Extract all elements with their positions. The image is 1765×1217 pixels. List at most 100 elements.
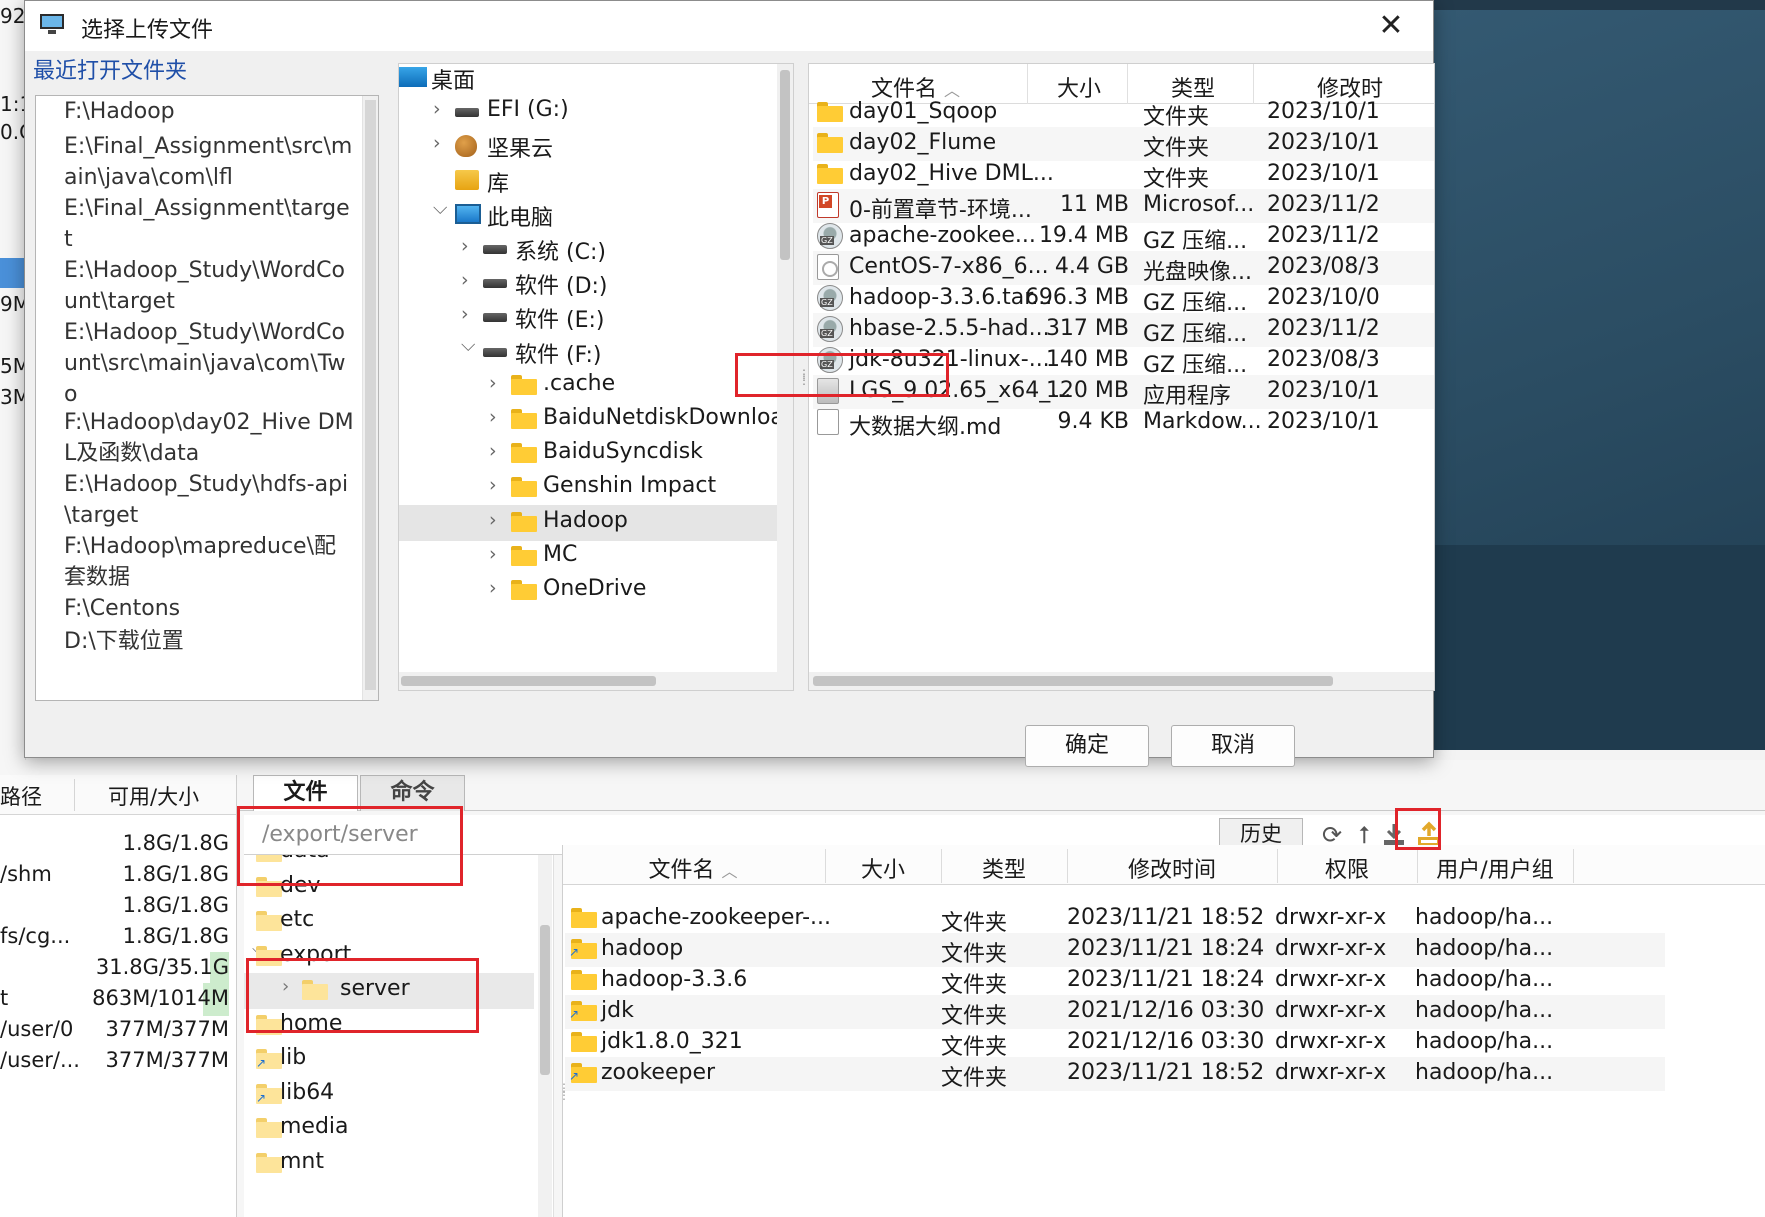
folder-tree-hscrollbar[interactable] [399,672,793,690]
disk-row[interactable]: 31.8G/35.1G [0,951,236,986]
chevron-right-icon[interactable]: › [489,372,497,394]
remote-tree-item-export[interactable]: ⌵ export [244,939,534,975]
chevron-down-icon[interactable]: ⌵ [461,334,475,356]
recent-folder-item[interactable]: D:\下载位置 [64,626,354,657]
folder-tree-item--cache[interactable]: › .cache [399,368,779,404]
remote-header-mtime[interactable]: 修改时间 [1067,852,1277,884]
chevron-right-icon[interactable]: › [282,976,289,997]
file-row[interactable]: hbase-2.5.5-had...317 MBGZ 压缩...2023/11/… [813,313,1434,347]
scrollbar-thumb[interactable] [365,100,376,690]
remote-header-name[interactable]: 文件名 ︿ [563,852,823,884]
chevron-right-icon[interactable]: › [433,98,441,120]
folder-tree-item--C-[interactable]: › 系统 (C:) [399,231,779,267]
file-row[interactable]: LGS_9.02.65_x64_... 120 MB 应用程序 2023/10/1 [813,375,1434,409]
recent-folder-item[interactable]: E:\Hadoop_Study\WordCount\target [64,255,354,317]
remote-tree-item-home[interactable]: home [244,1008,534,1044]
folder-tree-item-BaiduNetdiskDownload[interactable]: › BaiduNetdiskDownload [399,402,793,438]
chevron-right-icon[interactable]: › [489,577,497,599]
folder-tree-item-OneDrive[interactable]: › OneDrive [399,573,779,609]
remote-file-row[interactable]: hadoop-3.3.6 文件夹 2023/11/21 18:24 drwxr-xr-… [565,964,1665,998]
file-row[interactable]: day01_Sqoop 文件夹 2023/10/1 [813,96,1434,130]
remote-tree-item-lib64[interactable]: ↗ lib64 [244,1077,534,1113]
remote-file-row[interactable]: apache-zookeeper-... 文件夹 2023/11/21 18:52 d… [565,902,1665,936]
file-row[interactable]: 大数据大纲.md 9.4 KB Markdow... 2023/10/1 [813,406,1434,440]
chevron-right-icon[interactable]: › [433,132,441,154]
chevron-right-icon[interactable]: › [489,543,497,565]
file-row[interactable]: 0-前置章节-环境...11 MBMicrosof...2023/11/2 [813,189,1434,223]
folder-tree-item--D-[interactable]: › 软件 (D:) [399,265,779,301]
recent-folder-item[interactable]: F:\Hadoop\day02_Hive DML及函数\data [64,407,354,469]
folder-tree-item--E-[interactable]: › 软件 (E:) [399,299,779,335]
chevron-right-icon[interactable]: › [461,235,469,257]
remote-header-size[interactable]: 大小 [825,852,941,884]
folder-tree-item-EFI-G-[interactable]: › EFI (G:) [399,94,779,130]
folder-tree-item-Hadoop[interactable]: › Hadoop [399,504,779,541]
file-row[interactable]: jdk-8u321-linux-...140 MBGZ 压缩...2023/08… [813,344,1434,378]
folder-tree-item--F-[interactable]: ⌵ 软件 (F:) [399,334,779,370]
remote-header-type[interactable]: 类型 [941,852,1067,884]
disk-row[interactable]: t 863M/1014M [0,982,236,1017]
scrollbar-thumb[interactable] [780,70,790,260]
file-row[interactable]: day02_Flume 文件夹 2023/10/1 [813,127,1434,161]
recent-scrollbar[interactable] [362,96,378,700]
splitter-handle[interactable]: ⋮ ⋮ [798,368,810,395]
disk-row[interactable]: /user/0 377M/377M [0,1013,236,1048]
folder-tree-item-MC[interactable]: › MC [399,539,779,575]
disk-row[interactable]: fs/cg... 1.8G/1.8G [0,920,236,955]
chevron-right-icon[interactable]: › [489,474,497,496]
recent-folder-item[interactable]: E:\Final_Assignment\target [64,193,354,255]
file-row[interactable]: CentOS-7-x86_6... 4.4 GB 光盘映像... 2023/08/3 [813,251,1434,285]
tab-files[interactable]: 文件 [253,775,358,811]
chevron-right-icon[interactable]: › [489,509,497,531]
folder-tree-item--[interactable]: › 坚果云 [399,128,779,164]
disk-row[interactable]: 1.8G/1.8G [0,889,236,924]
recent-folder-item[interactable]: E:\Final_Assignment\src\main\java\com\lf… [64,131,354,193]
remote-file-row[interactable]: jdk1.8.0_321 文件夹 2021/12/16 03:30 drwxr-xr-… [565,1026,1665,1060]
file-row[interactable]: apache-zookee...19.4 MBGZ 压缩...2023/11/2 [813,220,1434,254]
remote-tree-item-lib[interactable]: ↗ lib [244,1042,534,1078]
chevron-right-icon[interactable]: › [461,303,469,325]
remote-tree-scrollbar[interactable] [538,855,552,1217]
splitter-handle[interactable]: ⋮ ⋮ [558,1082,570,1101]
recent-folder-item[interactable]: E:\Hadoop_Study\WordCount\src\main\java\… [64,317,354,410]
remote-file-row[interactable]: ↗ hadoop 文件夹 2023/11/21 18:24 drwxr-xr-x hado… [565,933,1665,967]
close-icon[interactable]: ✕ [1371,7,1411,47]
recent-folder-item[interactable]: F:\Centons [64,593,354,624]
disk-header-avail[interactable]: 可用/大小 [108,781,199,811]
recent-folder-item[interactable]: E:\Hadoop_Study\hdfs-api\target [64,469,354,531]
folder-tree-item-Genshin-Impact[interactable]: › Genshin Impact [399,470,779,506]
chevron-right-icon[interactable]: › [489,440,497,462]
chevron-down-icon[interactable]: ⌵ [433,197,447,219]
remote-header-owner[interactable]: 用户/用户组 [1417,852,1573,884]
file-list-hscrollbar[interactable] [809,672,1434,690]
ok-button[interactable]: 确定 [1025,725,1149,767]
disk-header-path[interactable]: 路径 [0,781,42,811]
folder-tree-vscrollbar[interactable] [777,64,793,674]
scrollbar-thumb[interactable] [813,676,1333,686]
tab-commands[interactable]: 命令 [360,775,465,811]
folder-tree-item-BaiduSyncdisk[interactable]: › BaiduSyncdisk [399,436,779,472]
folder-tree-item--[interactable]: ⌵ 此电脑 [399,197,779,233]
disk-row[interactable]: /shm 1.8G/1.8G [0,858,236,893]
disk-row[interactable]: 1.8G/1.8G [0,827,236,862]
file-row[interactable]: day02_Hive DML... 文件夹 2023/10/1 [813,158,1434,192]
chevron-right-icon[interactable]: › [461,269,469,291]
remote-file-row[interactable]: ↗ zookeeper 文件夹 2023/11/21 18:52 drwxr-xr-x h… [565,1057,1665,1091]
file-row[interactable]: hadoop-3.3.6.tar...696.3 MBGZ 压缩...2023/… [813,282,1434,316]
disk-row[interactable]: /user/... 377M/377M [0,1044,236,1079]
scrollbar-thumb[interactable] [401,676,656,686]
folder-tree-item--[interactable]: 桌面 [399,64,779,96]
scrollbar-thumb[interactable] [540,925,550,1075]
remote-tree-item-dev[interactable]: dev [244,870,534,906]
cancel-button[interactable]: 取消 [1171,725,1295,767]
remote-file-row[interactable]: ↗ jdk 文件夹 2021/12/16 03:30 drwxr-xr-x hadoop/… [565,995,1665,1029]
remote-tree-item-etc[interactable]: etc [244,904,534,940]
remote-header-perm[interactable]: 权限 [1277,852,1417,884]
remote-tree-item-media[interactable]: media [244,1111,534,1147]
chevron-right-icon[interactable]: › [489,406,497,428]
folder-tree-item--[interactable]: 库 [399,163,779,199]
recent-folder-item[interactable]: F:\Hadoop\mapreduce\配套数据 [64,531,354,593]
remote-tree-item-server[interactable]: › server [244,973,534,1009]
recent-folder-item[interactable]: F:\Hadoop [64,96,354,127]
remote-tree-item-mnt[interactable]: mnt [244,1146,534,1182]
